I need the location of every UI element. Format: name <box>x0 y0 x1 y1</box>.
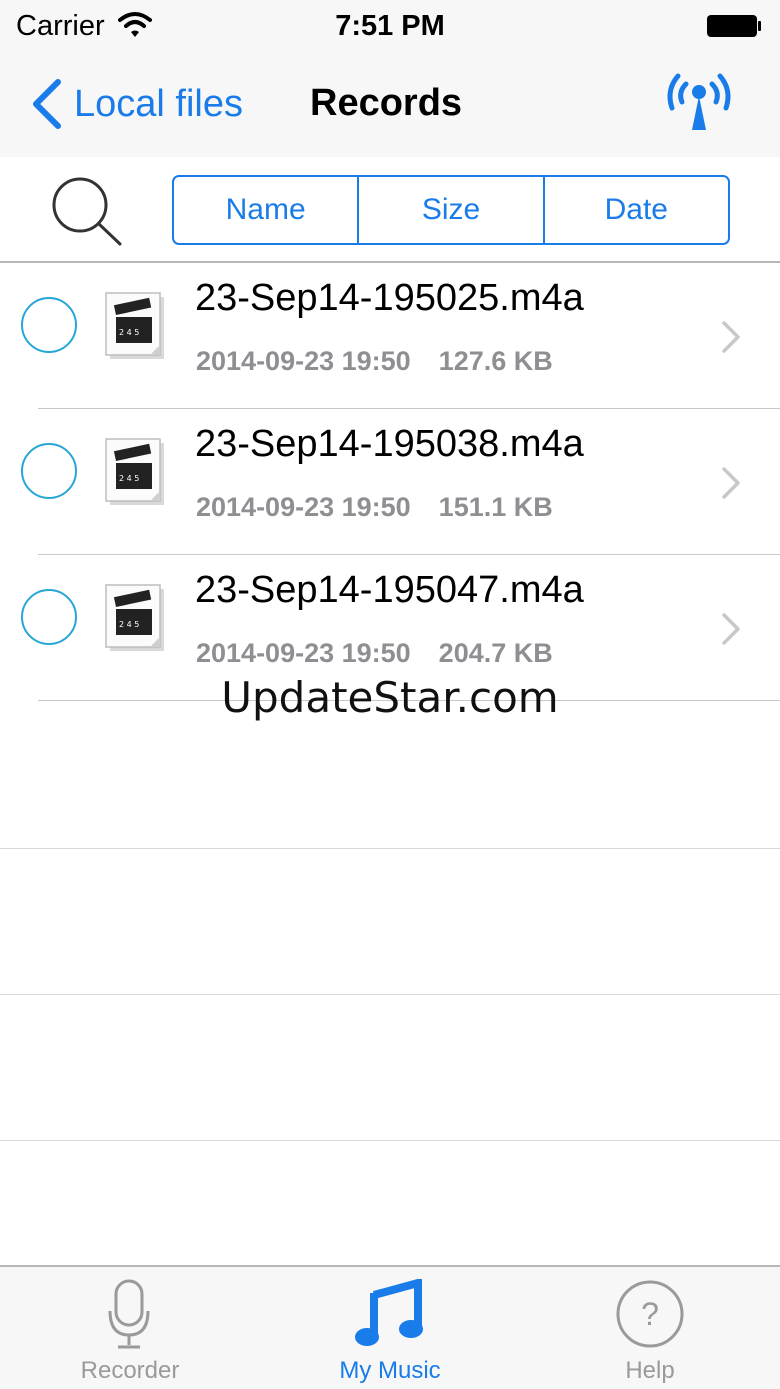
sort-segmented-control: Name Size Date <box>172 175 730 245</box>
file-size: 204.7 KB <box>438 638 553 668</box>
sort-by-size-button[interactable]: Size <box>357 177 542 243</box>
file-name: 23-Sep14-195038.m4a <box>195 423 584 465</box>
search-icon[interactable] <box>50 175 124 247</box>
empty-row-divider <box>0 994 780 995</box>
microphone-icon <box>108 1279 150 1349</box>
empty-row-divider <box>0 848 780 849</box>
file-list: 2 4 5 23-Sep14-195025.m4a 2014-09-23 19:… <box>0 263 780 701</box>
tab-help[interactable]: ? Help <box>520 1267 780 1389</box>
file-row[interactable]: 2 4 5 23-Sep14-195038.m4a 2014-09-23 19:… <box>0 409 780 555</box>
back-label: Local files <box>74 82 243 125</box>
svg-text:2 4 5: 2 4 5 <box>119 328 139 337</box>
tab-bar: Recorder My Music ? Help <box>0 1265 780 1389</box>
sort-by-name-button[interactable]: Name <box>174 177 357 243</box>
video-file-icon: 2 4 5 <box>105 438 164 505</box>
tab-recorder[interactable]: Recorder <box>0 1267 260 1389</box>
wifi-transfer-icon[interactable] <box>664 68 734 134</box>
file-meta: 2014-09-23 19:50 127.6 KB <box>196 346 553 377</box>
tab-recorder-label: Recorder <box>80 1357 180 1384</box>
page-title: Records <box>310 82 463 124</box>
svg-text:?: ? <box>641 1296 659 1332</box>
file-size: 151.1 KB <box>438 492 553 522</box>
chevron-right-icon[interactable] <box>720 611 742 647</box>
file-size: 127.6 KB <box>438 346 553 376</box>
file-name: 23-Sep14-195025.m4a <box>195 277 584 319</box>
tab-help-label: Help <box>625 1357 675 1384</box>
status-bar: Carrier 7:51 PM <box>0 0 780 54</box>
tab-my-music[interactable]: My Music <box>260 1267 520 1389</box>
clock: 7:51 PM <box>335 10 445 42</box>
chevron-right-icon[interactable] <box>720 465 742 501</box>
svg-text:2 4 5: 2 4 5 <box>119 474 139 483</box>
file-date: 2014-09-23 19:50 <box>196 638 411 668</box>
file-date: 2014-09-23 19:50 <box>196 492 411 522</box>
navigation-bar: Local files Records <box>0 54 780 159</box>
file-row[interactable]: 2 4 5 23-Sep14-195025.m4a 2014-09-23 19:… <box>0 263 780 409</box>
music-note-icon <box>355 1279 423 1346</box>
tab-my-music-label: My Music <box>339 1357 441 1384</box>
svg-text:2 4 5: 2 4 5 <box>119 620 139 629</box>
file-date: 2014-09-23 19:50 <box>196 346 411 376</box>
file-meta: 2014-09-23 19:50 204.7 KB <box>196 638 553 669</box>
sort-by-date-button[interactable]: Date <box>542 177 728 243</box>
video-file-icon: 2 4 5 <box>105 584 164 651</box>
select-radio[interactable] <box>21 297 77 353</box>
watermark: UpdateStar.com <box>221 673 559 722</box>
back-button[interactable]: Local files <box>28 78 243 130</box>
sort-toolbar: Name Size Date <box>0 157 780 263</box>
battery-icon <box>707 15 761 37</box>
select-radio[interactable] <box>21 589 77 645</box>
empty-row-divider <box>0 1140 780 1141</box>
chevron-left-icon <box>33 79 61 129</box>
file-meta: 2014-09-23 19:50 151.1 KB <box>196 492 553 523</box>
video-file-icon: 2 4 5 <box>105 292 164 359</box>
select-radio[interactable] <box>21 443 77 499</box>
help-icon: ? <box>616 1280 684 1348</box>
file-name: 23-Sep14-195047.m4a <box>195 569 584 611</box>
chevron-right-icon[interactable] <box>720 319 742 355</box>
